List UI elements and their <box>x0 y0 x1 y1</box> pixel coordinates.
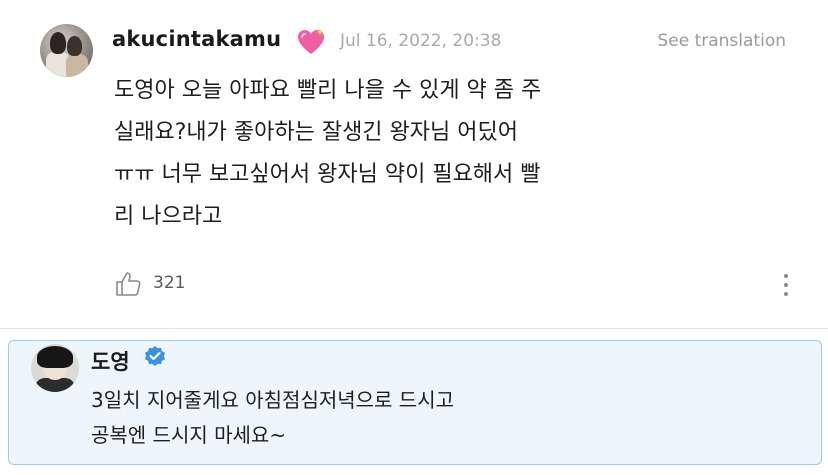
see-translation-link[interactable]: See translation <box>657 31 786 51</box>
reply-line: 공복엔 드시지 마세요~ <box>91 423 287 447</box>
message-line: ㅠㅠ 너무 보고싶어서 왕자님 약이 필요해서 빨 <box>114 162 541 187</box>
verified-badge-icon <box>145 346 165 366</box>
fan-avatar[interactable] <box>40 24 93 77</box>
fan-post: akucintakamu Jul 16, 2022, 20:38 See tra… <box>0 0 828 335</box>
artist-avatar[interactable] <box>31 344 79 392</box>
message-line: 리 나으라고 <box>114 204 223 229</box>
reply-line: 3일치 지어줄게요 아침점심저녁으로 드시고 <box>91 388 454 412</box>
thumbs-up-icon[interactable] <box>114 270 142 298</box>
post-timestamp: Jul 16, 2022, 20:38 <box>340 31 502 51</box>
more-options-icon[interactable] <box>779 271 793 299</box>
divider <box>0 328 828 329</box>
reply-message: 3일치 지어줄게요 아침점심저녁으로 드시고 공복엔 드시지 마세요~ <box>91 383 454 453</box>
message-line: 실래요?내가 좋아하는 잘생긴 왕자님 어딨어 <box>114 120 518 145</box>
artist-reply: 도영 3일치 지어줄게요 아침점심저녁으로 드시고 공복엔 드시지 마세요~ <box>8 340 822 465</box>
post-username[interactable]: akucintakamu <box>112 27 281 51</box>
message-line: 도영아 오늘 아파요 빨리 나을 수 있게 약 좀 주 <box>114 78 542 103</box>
sparkling-heart-icon <box>298 28 324 54</box>
artist-name[interactable]: 도영 <box>91 346 130 376</box>
post-message: 도영아 오늘 아파요 빨리 나을 수 있게 약 좀 주 실래요?내가 좋아하는 … <box>114 70 634 238</box>
like-count: 321 <box>153 273 186 293</box>
